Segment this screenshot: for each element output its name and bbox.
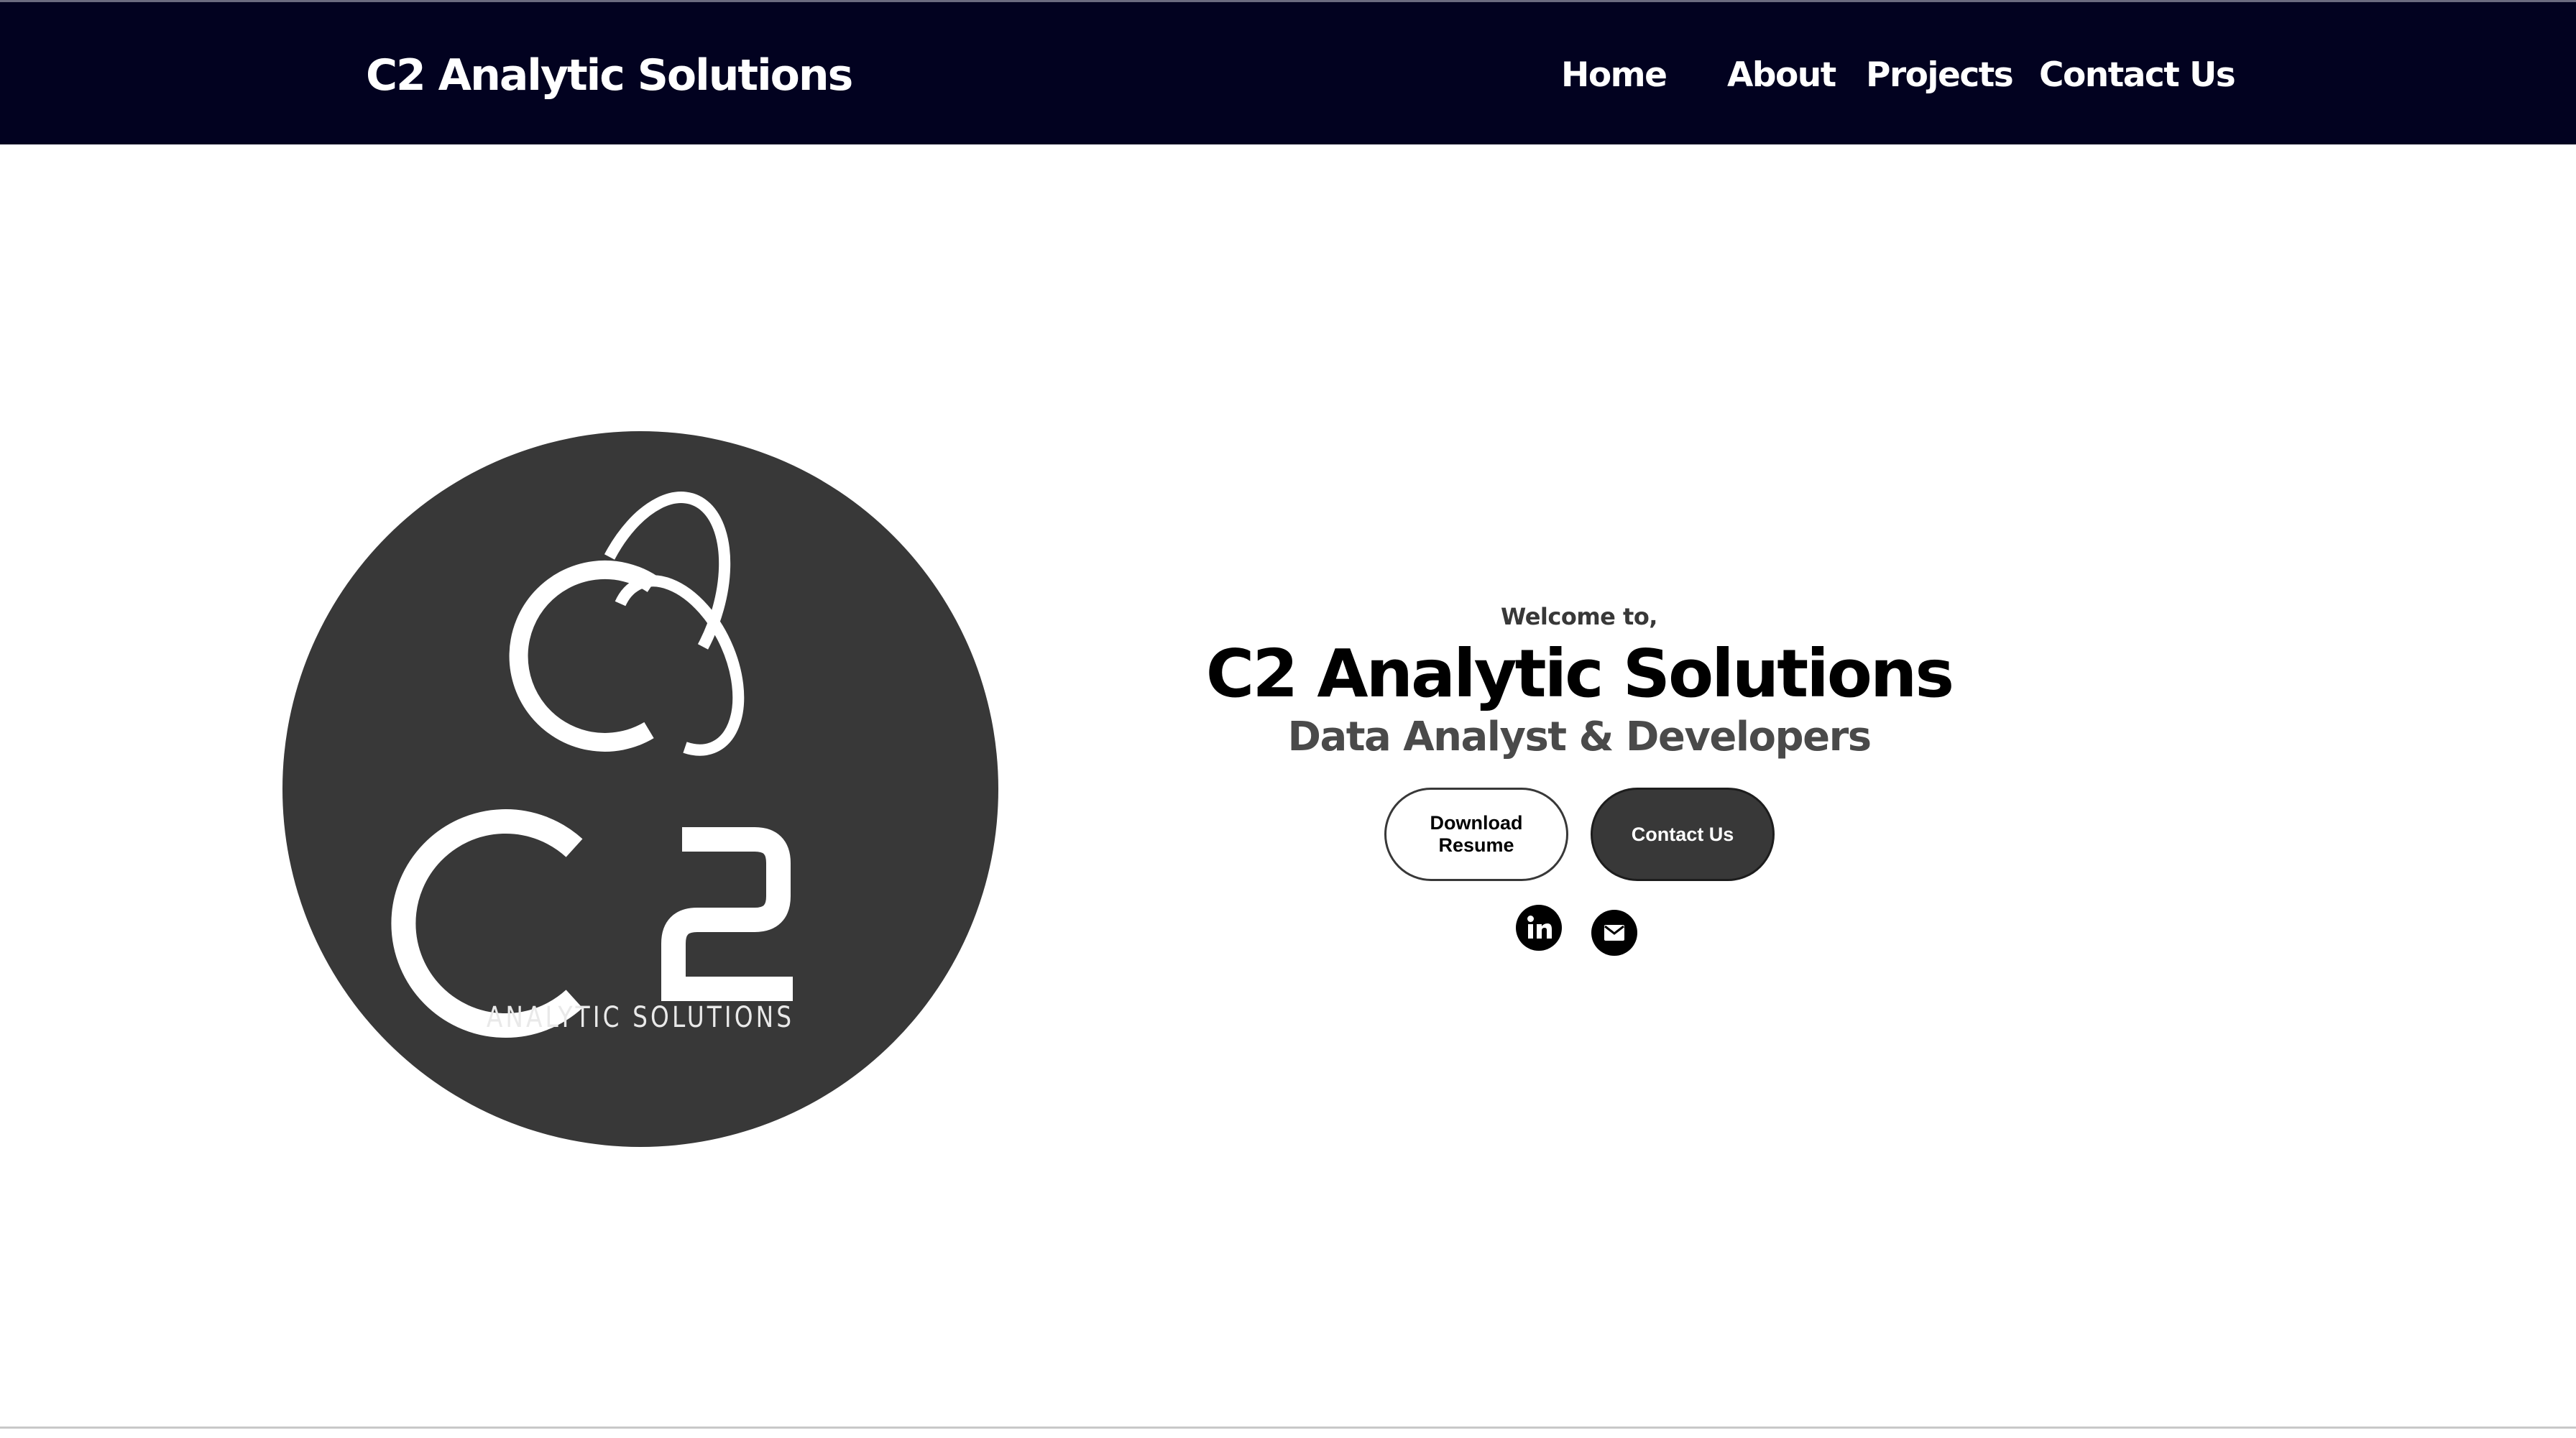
nav-about-link[interactable]: About bbox=[1727, 47, 1836, 104]
linkedin-icon[interactable] bbox=[1516, 905, 1562, 951]
nav-projects-link[interactable]: Projects bbox=[1866, 47, 2014, 104]
nav-contact-link[interactable]: Contact Us bbox=[2039, 47, 2236, 104]
page-divider bbox=[0, 1427, 2576, 1429]
download-resume-label: Download Resume bbox=[1430, 812, 1523, 856]
hero-section: Welcome to, C2 Analytic Solutions Data A… bbox=[1193, 596, 1965, 763]
hero-title: C2 Analytic Solutions bbox=[1205, 635, 1954, 712]
logo-caption: ANALYTIC SOLUTIONS bbox=[486, 1001, 795, 1034]
c2-logo-mark-icon bbox=[391, 492, 793, 1038]
nav-home-link[interactable]: Home bbox=[1561, 47, 1668, 104]
top-navbar: C2 Analytic Solutions Home About Project… bbox=[0, 0, 2576, 144]
company-logo: ANALYTIC SOLUTIONS bbox=[282, 431, 998, 1147]
hero-subtitle: Data Analyst & Developers bbox=[1287, 714, 1872, 760]
download-resume-button[interactable]: Download Resume bbox=[1384, 788, 1568, 881]
contact-us-button[interactable]: Contact Us bbox=[1591, 788, 1775, 881]
welcome-text: Welcome to, bbox=[1501, 603, 1657, 630]
contact-us-label: Contact Us bbox=[1631, 823, 1734, 845]
email-icon[interactable] bbox=[1591, 910, 1637, 956]
site-brand[interactable]: C2 Analytic Solutions bbox=[366, 47, 853, 104]
